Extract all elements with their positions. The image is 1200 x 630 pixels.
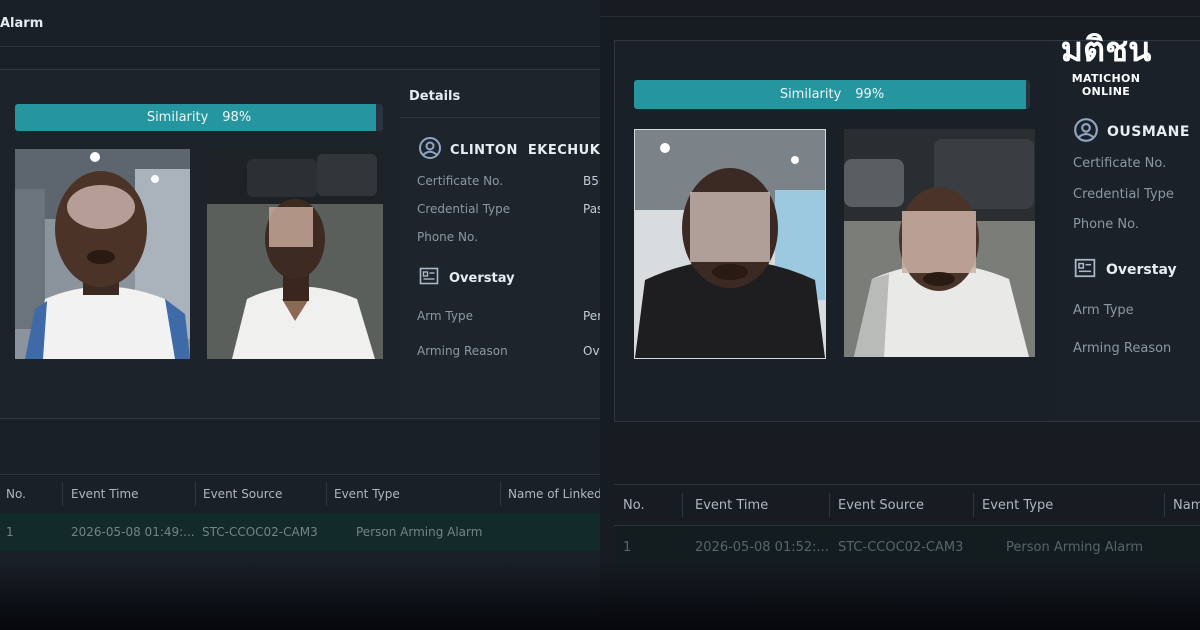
col-no[interactable]: No. (623, 498, 645, 513)
col-separator (1164, 493, 1165, 517)
col-separator (326, 482, 327, 506)
col-event-type[interactable]: Event Type (982, 498, 1053, 513)
col-separator (829, 493, 830, 517)
event-table-header: No. Event Time Event Source Event Type N… (614, 484, 1200, 526)
top-divider (600, 16, 1200, 17)
logo-subtitle: MATICHON ONLINE (1071, 72, 1141, 98)
arming-reason-label: Arming Reason (417, 344, 508, 358)
col-event-source[interactable]: Event Source (838, 498, 924, 513)
person-name-row: CLINTON EKECHUKW (418, 136, 600, 164)
certificate-value: B5( (583, 174, 600, 188)
enrolled-face-photo[interactable] (844, 129, 1035, 357)
similarity-bar: Similarity 99% (634, 80, 1030, 109)
col-separator (500, 482, 501, 506)
col-event-source[interactable]: Event Source (203, 487, 282, 501)
similarity-value: 99% (855, 87, 885, 102)
user-circle-icon (418, 136, 442, 164)
cell-event-source: STC-CCOC02-CAM3 (838, 540, 964, 555)
section-row: Overstay (419, 266, 515, 290)
event-table-header: No. Event Time Event Source Event Type N… (0, 474, 600, 514)
cell-event-time: 2026-05-08 01:52:... (695, 540, 829, 555)
left-alarm-panel: Alarm Similarity 98% Details CLINTON EKE… (0, 0, 600, 630)
col-separator (973, 493, 974, 517)
certificate-label: Certificate No. (1073, 156, 1167, 171)
captured-face-photo[interactable] (634, 129, 826, 359)
bottom-fade (0, 560, 1200, 630)
cell-event-type: Person Arming Alarm (356, 525, 483, 539)
col-event-time[interactable]: Event Time (695, 498, 768, 513)
credential-type-value: Pas (583, 202, 600, 216)
section-title: Overstay (449, 270, 515, 286)
matichon-logo: มติชน MATICHON ONLINE (1046, 30, 1166, 98)
similarity-label: Similarity (779, 87, 842, 102)
id-card-icon (419, 266, 439, 290)
similarity-bar: Similarity 98% (15, 104, 383, 131)
cell-event-type: Person Arming Alarm (1006, 540, 1143, 555)
similarity-text: Similarity 99% (634, 80, 1030, 109)
phone-label: Phone No. (417, 230, 478, 244)
phone-label: Phone No. (1073, 217, 1139, 232)
similarity-text: Similarity 98% (15, 104, 383, 131)
person-name: OUSMANE K (1107, 124, 1190, 140)
user-circle-icon (1073, 117, 1099, 147)
col-separator (62, 482, 63, 506)
logo-wordmark: มติชน (1060, 30, 1152, 70)
section-row: Overstay (1074, 257, 1177, 283)
col-no[interactable]: No. (6, 487, 26, 501)
details-divider (400, 117, 600, 118)
col-separator (195, 482, 196, 506)
person-name-row: OUSMANE K (1073, 117, 1200, 147)
credential-type-label: Credential Type (1073, 187, 1174, 202)
cell-no: 1 (6, 525, 14, 539)
certificate-label: Certificate No. (417, 174, 504, 188)
person-name: CLINTON EKECHUKW (450, 142, 600, 158)
col-separator (682, 493, 683, 517)
details-title: Details (409, 89, 461, 104)
cell-no: 1 (623, 540, 632, 555)
col-event-time[interactable]: Event Time (71, 487, 139, 501)
cell-event-source: STC-CCOC02-CAM3 (202, 525, 318, 539)
arm-type-value: Per (583, 309, 600, 323)
id-card-icon (1074, 257, 1096, 283)
captured-face-photo[interactable] (15, 149, 190, 359)
similarity-label: Similarity (146, 110, 209, 125)
comparison-box: Similarity 98% (0, 69, 401, 419)
arming-reason-label: Arming Reason (1073, 341, 1172, 356)
similarity-value: 98% (222, 110, 252, 125)
arming-reason-value: Ov (583, 344, 600, 358)
cell-event-time: 2026-05-08 01:49:... (71, 525, 195, 539)
alarm-header: Alarm (0, 0, 600, 47)
section-title: Overstay (1106, 262, 1177, 278)
arm-type-label: Arm Type (417, 309, 473, 323)
col-linked-name[interactable]: Nam (1173, 498, 1200, 513)
comparison-box: Similarity 99% (614, 40, 1056, 422)
enrolled-face-photo[interactable] (207, 149, 383, 359)
table-row[interactable]: 1 2026-05-08 01:49:... STC-CCOC02-CAM3 P… (0, 513, 600, 551)
alarm-title: Alarm (0, 16, 44, 31)
arm-type-label: Arm Type (1073, 303, 1134, 318)
credential-type-label: Credential Type (417, 202, 511, 216)
details-pane: Details CLINTON EKECHUKW Certificate No.… (400, 69, 600, 419)
col-event-type[interactable]: Event Type (334, 487, 400, 501)
col-linked-name[interactable]: Name of Linked (508, 487, 600, 501)
